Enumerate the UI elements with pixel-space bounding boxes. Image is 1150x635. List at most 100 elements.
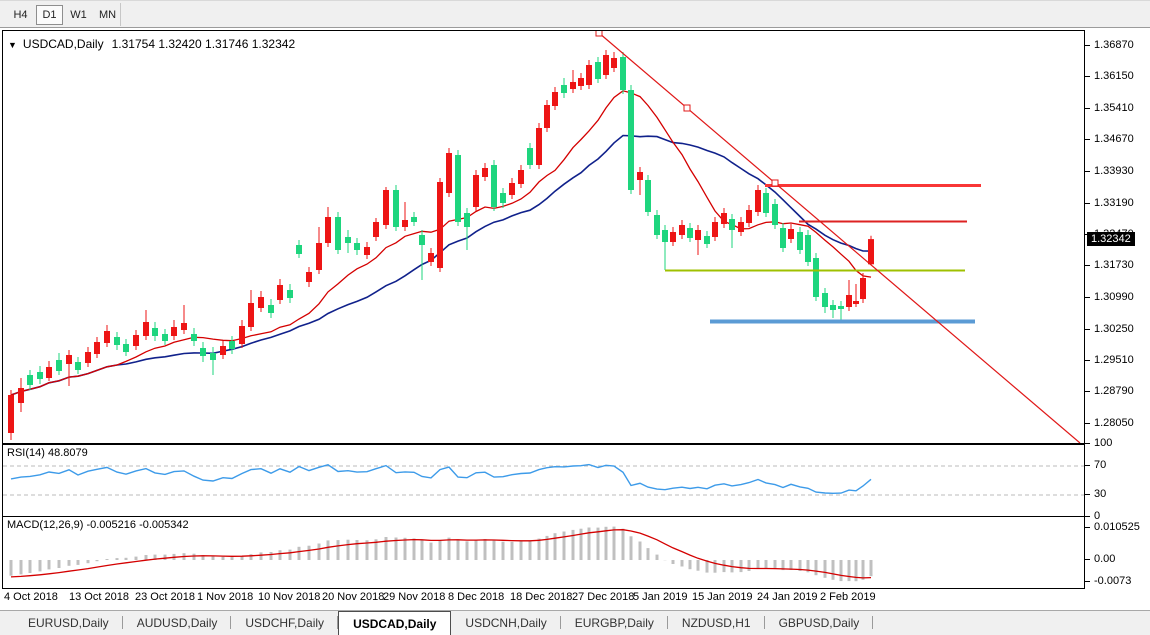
candle-body: [114, 337, 120, 345]
candle-body: [258, 297, 264, 308]
candle-body: [509, 183, 515, 195]
date-label: 18 Dec 2018: [510, 591, 572, 603]
period-button-d1[interactable]: D1: [36, 5, 63, 25]
rsi-axis-tick: [1085, 516, 1090, 517]
price-chart-panel[interactable]: [2, 30, 1085, 444]
rsi-axis-label: 70: [1094, 459, 1106, 471]
candle-body: [721, 213, 727, 224]
candle-body: [46, 367, 52, 378]
candle-body: [763, 193, 769, 213]
price-label: 1.31730: [1094, 259, 1134, 271]
symbol-tab-nzdusd[interactable]: NZDUSD,H1: [668, 611, 765, 635]
candle-body: [325, 217, 331, 243]
candle-body: [104, 331, 110, 343]
date-label: 24 Jan 2019: [757, 591, 818, 603]
candle-body: [123, 344, 129, 352]
candle-body: [8, 395, 14, 433]
candle-body: [780, 228, 786, 248]
price-axis[interactable]: 1.368701.361501.354101.346701.339301.331…: [1085, 28, 1150, 448]
candle-body: [268, 305, 274, 313]
rsi-axis-label: 0: [1094, 510, 1100, 522]
candle-body: [679, 225, 685, 235]
macd-axis-tick: [1085, 559, 1090, 560]
candle-body: [446, 153, 452, 193]
candle-body: [473, 175, 479, 207]
candle-body: [171, 327, 177, 336]
macd-indicator-label: MACD(12,26,9) -0.005216 -0.005342: [7, 519, 189, 531]
candle-body: [846, 295, 852, 307]
candle-body: [85, 352, 91, 363]
symbol-tab-audusd[interactable]: AUDUSD,Daily: [123, 611, 232, 635]
macd-axis-label: -0.0073: [1094, 575, 1131, 587]
candle-body: [813, 258, 819, 297]
rsi-axis-label: 100: [1094, 437, 1112, 449]
candle-body: [287, 290, 293, 298]
candlestick-chart[interactable]: [3, 31, 1084, 443]
date-label: 5 Jan 2019: [633, 591, 687, 603]
candle-body: [152, 328, 158, 336]
candle-body: [411, 217, 417, 222]
price-tick: [1085, 139, 1090, 140]
symbol-dropdown-icon[interactable]: ▼: [8, 40, 17, 50]
macd-axis-tick: [1085, 581, 1090, 582]
rsi-panel[interactable]: [2, 444, 1085, 517]
chart-tabbar: EURUSD,DailyAUDUSD,DailyUSDCHF,DailyUSDC…: [0, 610, 1150, 635]
candle-body: [94, 342, 100, 354]
period-button-mn[interactable]: MN: [94, 5, 121, 25]
candle-body: [143, 322, 149, 336]
candle-body: [670, 232, 676, 242]
price-tick: [1085, 423, 1090, 424]
price-label: 1.28790: [1094, 385, 1134, 397]
candle-body: [27, 375, 33, 385]
toolbar-separator: [120, 3, 121, 26]
candle-body: [296, 245, 302, 254]
candle-body: [729, 219, 735, 230]
candle-body: [695, 230, 701, 240]
symbol-tab-usdchf[interactable]: USDCHF,Daily: [231, 611, 338, 635]
date-label: 2 Feb 2019: [820, 591, 876, 603]
trendline-handle[interactable]: [596, 31, 602, 36]
symbol-tab-usdcad[interactable]: USDCAD,Daily: [338, 611, 451, 635]
date-label: 23 Oct 2018: [135, 591, 195, 603]
candle-body: [464, 213, 470, 227]
candle-body: [746, 210, 752, 223]
symbol-tab-usdcnh[interactable]: USDCNH,Daily: [451, 611, 560, 635]
candle-body: [491, 165, 497, 207]
period-button-h4[interactable]: H4: [7, 5, 34, 25]
macd-axis-tick: [1085, 527, 1090, 528]
candle-body: [248, 303, 254, 327]
macd-axis-label: 0.00: [1094, 553, 1115, 565]
candle-body: [822, 293, 828, 307]
symbol-tab-gbpusd[interactable]: GBPUSD,Daily: [765, 611, 874, 635]
candle-body: [306, 272, 312, 282]
rsi-axis-tick: [1085, 465, 1090, 466]
time-axis[interactable]: 4 Oct 201813 Oct 201823 Oct 20181 Nov 20…: [0, 589, 1150, 609]
symbol-tab-eurusd[interactable]: EURUSD,Daily: [14, 611, 123, 635]
candle-body: [611, 58, 617, 68]
price-label: 1.33190: [1094, 197, 1134, 209]
rsi-axis-label: 30: [1094, 488, 1106, 500]
candle-body: [595, 62, 601, 79]
price-tick: [1085, 108, 1090, 109]
candle-body: [578, 78, 584, 86]
price-tick: [1085, 391, 1090, 392]
candle-body: [200, 348, 206, 356]
price-label: 1.34670: [1094, 133, 1134, 145]
candle-body: [628, 90, 634, 190]
price-label: 1.33930: [1094, 165, 1134, 177]
price-label: 1.30250: [1094, 323, 1134, 335]
price-tick: [1085, 360, 1090, 361]
candle-body: [544, 105, 550, 128]
timeframe-toolbar: H4D1W1MN: [0, 0, 1150, 28]
candle-body: [500, 193, 506, 203]
candle-body: [552, 92, 558, 106]
period-button-w1[interactable]: W1: [65, 5, 92, 25]
candle-body: [527, 148, 533, 165]
symbol-tab-eurgbp[interactable]: EURGBP,Daily: [561, 611, 668, 635]
candle-body: [66, 355, 72, 364]
trendline-handle[interactable]: [772, 180, 778, 186]
trendline-handle[interactable]: [684, 105, 690, 111]
rsi-plot[interactable]: [3, 445, 1084, 516]
candle-body: [428, 253, 434, 262]
candle-body: [712, 222, 718, 237]
